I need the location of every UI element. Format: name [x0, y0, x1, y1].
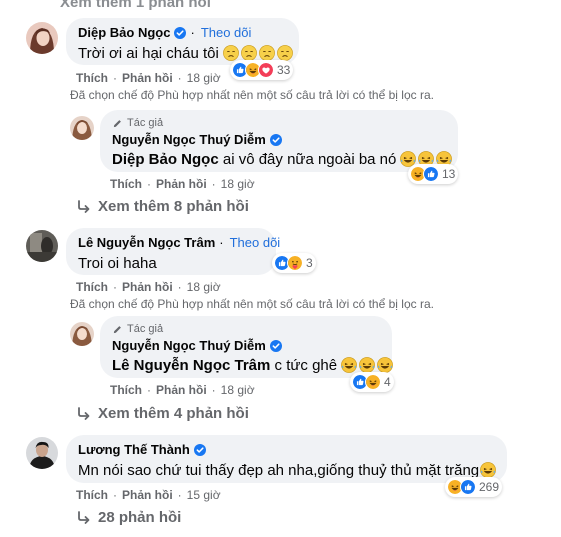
separator-dot: ·	[190, 25, 195, 40]
author-tag: Tác giả	[112, 322, 380, 336]
view-more-replies[interactable]: 28 phản hồi	[76, 508, 181, 528]
comment-actions: Thích · Phản hồi · 15 giờ	[76, 487, 221, 503]
cutoff-more-replies[interactable]: Xem thêm 1 phản hồi	[60, 0, 211, 11]
verified-badge-icon	[194, 444, 206, 456]
verified-badge-icon	[270, 134, 282, 146]
comment-bubble: Diệp Bảo Ngọc · Theo dõi Trời ơi ai hại …	[66, 18, 299, 65]
avatar-photo	[70, 322, 94, 346]
reply-actions: Thích · Phản hồi · 18 giờ	[110, 382, 255, 398]
like-button[interactable]: Thích	[76, 487, 108, 503]
reaction-summary[interactable]: 269	[445, 477, 503, 497]
avatar[interactable]	[26, 230, 58, 262]
verified-badge-icon	[270, 340, 282, 352]
sad-emoji-icon	[259, 45, 275, 61]
reply-button[interactable]: Phản hồi	[122, 70, 173, 86]
avatar-photo	[26, 22, 58, 54]
like-reaction-icon	[460, 479, 476, 495]
comment-author[interactable]: Diệp Bảo Ngọc	[78, 25, 170, 41]
reaction-summary[interactable]: 4	[350, 372, 394, 392]
sad-emoji-icon	[223, 45, 239, 61]
comment-text: Troi oi haha	[78, 255, 157, 272]
like-button[interactable]: Thích	[110, 382, 142, 398]
reply-button[interactable]: Phản hồi	[156, 382, 207, 398]
avatar-photo	[26, 230, 58, 262]
reply-button[interactable]: Phản hồi	[122, 487, 173, 503]
filter-note: Đã chọn chế độ Phù hợp nhất nên một số c…	[70, 297, 434, 311]
like-reaction-icon	[423, 166, 439, 182]
avatar[interactable]	[26, 22, 58, 54]
comment-text: Mn nói sao chứ tui thấy đẹp ah nha,giống…	[78, 461, 495, 481]
reaction-summary[interactable]: 33	[230, 60, 294, 80]
comment-time[interactable]: 18 giờ	[221, 176, 255, 192]
verified-badge-icon	[174, 27, 186, 39]
comment-time[interactable]: 15 giờ	[187, 487, 221, 503]
like-button[interactable]: Thích	[76, 70, 108, 86]
like-button[interactable]: Thích	[110, 176, 142, 192]
love-reaction-icon	[258, 62, 274, 78]
reaction-count: 4	[384, 375, 391, 389]
comment-bubble: Lê Nguyễn Ngọc Trâm · Theo dõi Troi oi h…	[66, 228, 280, 275]
view-more-replies[interactable]: Xem thêm 4 phản hồi	[76, 404, 249, 424]
laughing-emoji-icon	[480, 462, 496, 478]
mention-link[interactable]: Lê Nguyễn Ngọc Trâm	[112, 357, 270, 374]
avatar[interactable]	[70, 322, 94, 346]
comment-author[interactable]: Nguyễn Ngọc Thuý Diễm	[112, 338, 266, 354]
avatar-photo	[26, 437, 58, 469]
reaction-count: 3	[306, 256, 313, 270]
reply-arrow-icon	[76, 510, 92, 526]
reply-button[interactable]: Phản hồi	[122, 279, 173, 295]
filter-note: Đã chọn chế độ Phù hợp nhất nên một số c…	[70, 88, 434, 102]
comment-author[interactable]: Lê Nguyễn Ngọc Trâm	[78, 235, 215, 251]
comment-actions: Thích · Phản hồi · 18 giờ	[76, 70, 221, 86]
avatar-photo	[70, 116, 94, 140]
laughing-emoji-icon	[359, 357, 375, 373]
reaction-count: 13	[442, 167, 456, 181]
reply-bubble: Tác giả Nguyễn Ngọc Thuý Diễm Diệp Bảo N…	[100, 110, 458, 172]
sad-emoji-icon	[277, 45, 293, 61]
reply-arrow-icon	[76, 406, 92, 422]
sad-emoji-icon	[241, 45, 257, 61]
comment-author[interactable]: Nguyễn Ngọc Thuý Diễm	[112, 132, 266, 148]
avatar[interactable]	[26, 437, 58, 469]
care-reaction-icon	[287, 255, 303, 271]
avatar[interactable]	[70, 116, 94, 140]
separator-dot: ·	[219, 235, 224, 250]
haha-reaction-icon	[365, 374, 381, 390]
comment-bubble: Lương Thế Thành Mn nói sao chứ tui thấy …	[66, 435, 507, 483]
laughing-emoji-icon	[341, 357, 357, 373]
like-button[interactable]: Thích	[76, 279, 108, 295]
follow-link[interactable]: Theo dõi	[201, 25, 252, 41]
author-tag: Tác giả	[112, 116, 446, 130]
comment-time[interactable]: 18 giờ	[221, 382, 255, 398]
reply-bubble: Tác giả Nguyễn Ngọc Thuý Diễm Lê Nguyễn …	[100, 316, 392, 378]
comment-actions: Thích · Phản hồi · 18 giờ	[76, 279, 221, 295]
view-more-replies[interactable]: Xem thêm 8 phản hồi	[76, 197, 249, 217]
reply-button[interactable]: Phản hồi	[156, 176, 207, 192]
comment-time[interactable]: 18 giờ	[187, 279, 221, 295]
reply-text: Lê Nguyễn Ngọc Trâm c tức ghê	[112, 356, 380, 376]
reply-text: Diệp Bảo Ngọc ai vô đây nữa ngoài ba nó	[112, 150, 446, 170]
comment-time[interactable]: 18 giờ	[187, 70, 221, 86]
reaction-count: 33	[277, 63, 291, 77]
comment-author[interactable]: Lương Thế Thành	[78, 442, 190, 458]
reaction-count: 269	[479, 480, 500, 494]
reaction-summary[interactable]: 13	[408, 164, 459, 184]
reply-arrow-icon	[76, 199, 92, 215]
pencil-icon	[112, 118, 123, 129]
laughing-emoji-icon	[377, 357, 393, 373]
follow-link[interactable]: Theo dõi	[230, 235, 281, 251]
reply-actions: Thích · Phản hồi · 18 giờ	[110, 176, 255, 192]
mention-link[interactable]: Diệp Bảo Ngọc	[112, 151, 219, 168]
reaction-summary[interactable]: 3	[272, 253, 316, 273]
pencil-icon	[112, 324, 123, 335]
